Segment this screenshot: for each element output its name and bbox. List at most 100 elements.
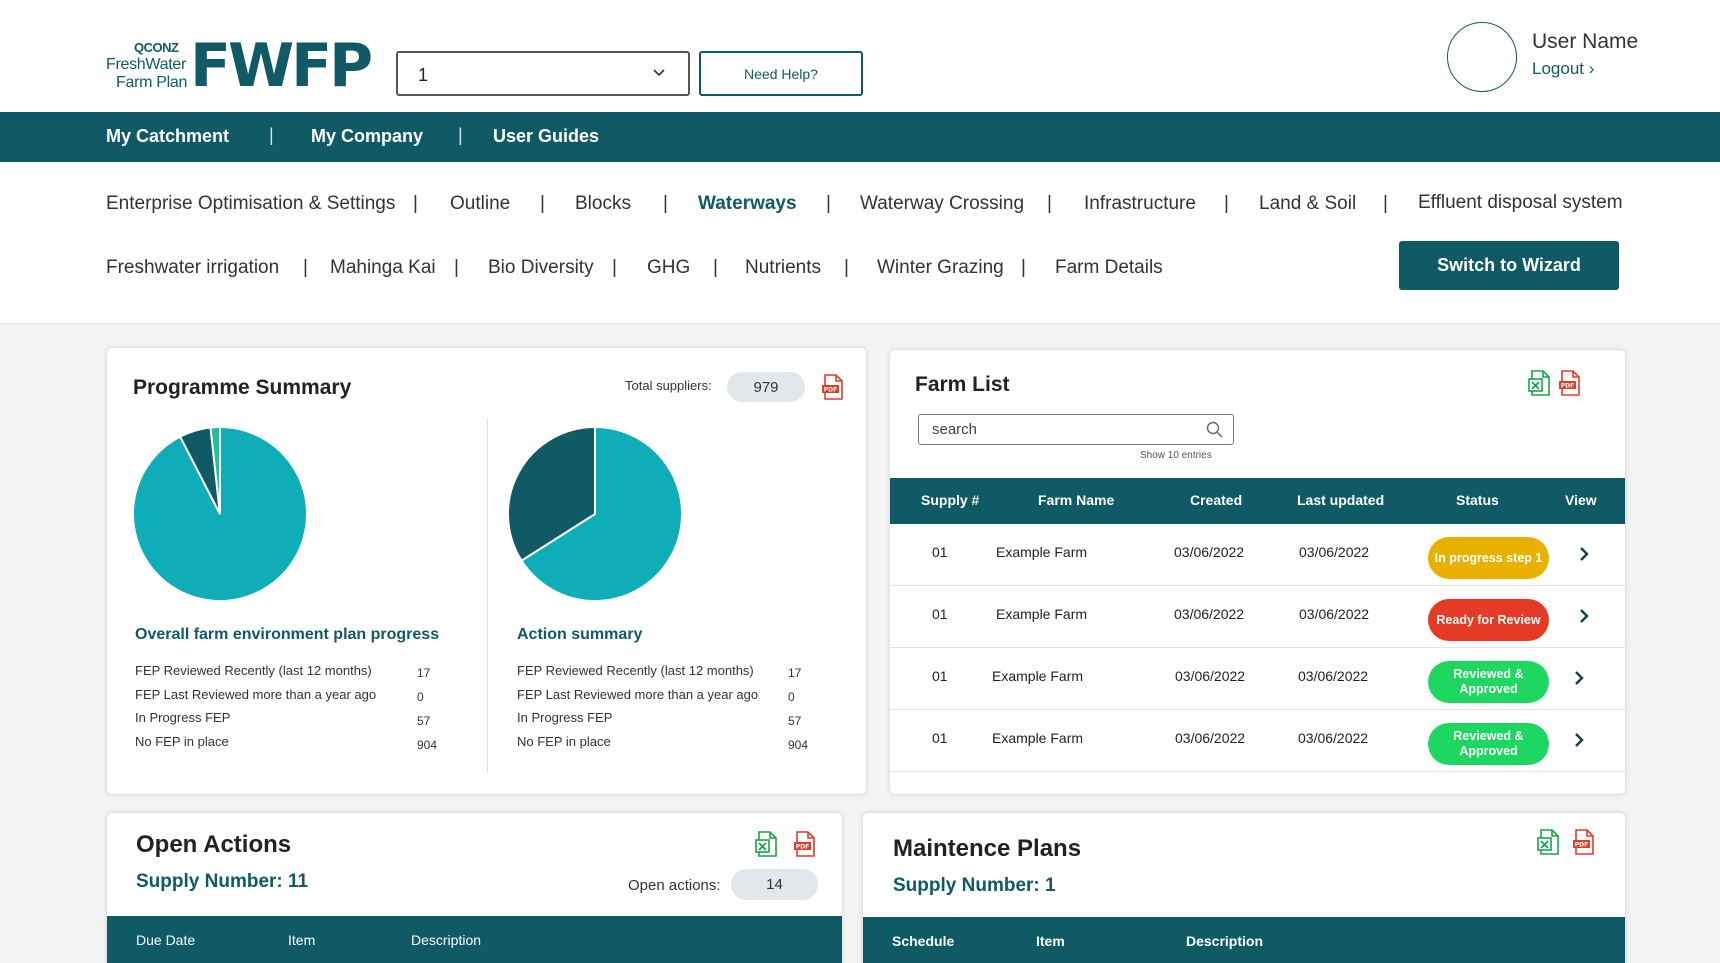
search-icon[interactable]: [1206, 421, 1223, 438]
tab-bio-diversity[interactable]: Bio Diversity: [488, 257, 594, 279]
excel-export-icon[interactable]: [1528, 370, 1552, 396]
avatar[interactable]: [1447, 22, 1517, 92]
tab-separator: |: [612, 257, 617, 278]
maintenance-supply-number: Supply Number: 1: [893, 875, 1056, 896]
stat-value: 17: [417, 666, 431, 680]
cell-created: 03/06/2022: [1175, 668, 1246, 684]
excel-export-icon[interactable]: [1537, 829, 1561, 855]
header: QCONZ FreshWater Farm Plan FWFP 1 Need H…: [0, 0, 1720, 112]
maintenance-title: Maintence Plans: [893, 835, 1082, 862]
chevron-down-icon: [653, 69, 665, 77]
column-header[interactable]: Schedule: [892, 933, 954, 949]
cell-supply: 01: [932, 606, 948, 622]
tab-separator: |: [413, 193, 418, 214]
total-suppliers-count: 979: [727, 372, 805, 402]
tab-effluent-disposal[interactable]: Effluent disposal system: [1418, 192, 1623, 214]
nav-my-catchment[interactable]: My Catchment: [106, 126, 229, 147]
svg-text:PDF: PDF: [1561, 383, 1574, 390]
column-header[interactable]: Item: [1036, 933, 1065, 949]
nav-user-guides[interactable]: User Guides: [493, 126, 599, 147]
tab-ghg[interactable]: GHG: [647, 257, 690, 279]
svg-text:PDF: PDF: [824, 387, 837, 394]
column-header[interactable]: Farm Name: [1038, 492, 1114, 508]
pdf-export-icon[interactable]: PDF: [821, 374, 845, 400]
nav-my-company[interactable]: My Company: [311, 126, 423, 147]
farm-table-header: Supply # Farm Name Created Last updated …: [890, 478, 1625, 524]
logo-line1: FreshWater: [106, 56, 186, 73]
open-actions-supply-number: Supply Number: 11: [136, 871, 309, 892]
cell-updated: 03/06/2022: [1298, 730, 1369, 746]
tab-infrastructure[interactable]: Infrastructure: [1084, 193, 1196, 215]
tab-mahinga-kai[interactable]: Mahinga Kai: [330, 257, 436, 279]
cell-supply: 01: [932, 544, 948, 560]
supply-select[interactable]: 1: [396, 51, 690, 96]
maintenance-table-header: Schedule Item Description: [863, 917, 1625, 963]
column-header[interactable]: Created: [1190, 492, 1242, 508]
column-header[interactable]: Supply #: [921, 492, 979, 508]
farm-list-title: Farm List: [915, 373, 1010, 396]
fwfp-logo[interactable]: QCONZ FreshWater Farm Plan FWFP: [106, 34, 373, 98]
tab-waterways[interactable]: Waterways: [698, 193, 797, 215]
cell-created: 03/06/2022: [1175, 730, 1246, 746]
stat-label: No FEP in place: [517, 734, 611, 749]
pdf-export-icon[interactable]: PDF: [793, 831, 817, 857]
pdf-export-icon[interactable]: PDF: [1558, 370, 1582, 396]
status-badge: Reviewed & Approved: [1428, 723, 1549, 765]
logo-qconz: QCONZ: [134, 40, 179, 55]
tab-outline[interactable]: Outline: [450, 193, 510, 215]
fep-progress-pie-chart: [132, 425, 308, 602]
table-row[interactable]: 01 Example Farm 03/06/2022 03/06/2022 Re…: [890, 586, 1625, 648]
cell-supply: 01: [932, 668, 948, 684]
chevron-right-icon[interactable]: [1573, 731, 1585, 749]
tab-separator: |: [663, 193, 668, 214]
tab-nutrients[interactable]: Nutrients: [745, 257, 821, 279]
chevron-right-icon[interactable]: [1573, 669, 1585, 687]
stat-value: 57: [788, 714, 802, 728]
table-row[interactable]: 01 Example Farm 03/06/2022 03/06/2022 In…: [890, 524, 1625, 586]
tab-freshwater-irrigation[interactable]: Freshwater irrigation: [106, 257, 279, 279]
show-entries-select[interactable]: Show 10 entries: [1140, 450, 1212, 461]
open-actions-count: 14: [731, 869, 818, 900]
tab-farm-details[interactable]: Farm Details: [1055, 257, 1163, 279]
column-header: View: [1565, 492, 1597, 508]
farm-search-input[interactable]: search: [918, 414, 1234, 445]
programme-summary-card: Programme Summary Total suppliers: 979 P…: [106, 347, 867, 795]
stat-label: FEP Last Reviewed more than a year ago: [135, 687, 377, 702]
nav-separator: |: [269, 125, 274, 145]
stat-value: 904: [788, 738, 809, 752]
tab-separator: |: [1047, 193, 1052, 214]
logo-fwfp: FWFP: [190, 31, 373, 101]
column-header[interactable]: Description: [411, 932, 481, 948]
need-help-button[interactable]: Need Help?: [699, 51, 863, 96]
tab-separator: |: [454, 257, 459, 278]
column-header[interactable]: Description: [1186, 933, 1263, 949]
column-header[interactable]: Item: [288, 932, 315, 948]
chevron-right-icon[interactable]: [1578, 607, 1590, 625]
tab-separator: |: [844, 257, 849, 278]
column-header[interactable]: Due Date: [136, 932, 195, 948]
tab-waterway-crossing[interactable]: Waterway Crossing: [860, 193, 1024, 215]
logout-link[interactable]: Logout ›: [1532, 59, 1594, 79]
svg-text:PDF: PDF: [1575, 842, 1588, 849]
switch-to-wizard-button[interactable]: Switch to Wizard: [1399, 241, 1619, 290]
tab-land-soil[interactable]: Land & Soil: [1259, 193, 1356, 215]
fep-progress-title: Overall farm environment plan progress: [135, 626, 440, 643]
chevron-right-icon[interactable]: [1578, 545, 1590, 563]
tab-separator: |: [1224, 193, 1229, 214]
table-row[interactable]: 01 Example Farm 03/06/2022 03/06/2022 Re…: [890, 710, 1625, 772]
maintenance-plans-card: Maintence Plans Supply Number: 1 PDF Sch…: [862, 812, 1626, 963]
excel-export-icon[interactable]: [755, 831, 779, 857]
table-row[interactable]: 01 Example Farm 03/06/2022 03/06/2022 Re…: [890, 648, 1625, 710]
tab-enterprise-optimisation[interactable]: Enterprise Optimisation & Settings: [106, 193, 395, 215]
column-header[interactable]: Status: [1456, 492, 1499, 508]
user-name: User Name: [1532, 30, 1639, 53]
cell-farm-name: Example Farm: [992, 668, 1084, 684]
pdf-export-icon[interactable]: PDF: [1572, 829, 1596, 855]
open-actions-table-header: Due Date Item Description: [107, 916, 842, 963]
tab-blocks[interactable]: Blocks: [575, 193, 631, 215]
svg-text:PDF: PDF: [796, 844, 809, 851]
stat-label: In Progress FEP: [517, 710, 613, 725]
tab-winter-grazing[interactable]: Winter Grazing: [877, 257, 1004, 279]
open-actions-card: Open Actions Supply Number: 11 PDF Open …: [106, 812, 843, 963]
column-header[interactable]: Last updated: [1297, 492, 1384, 508]
